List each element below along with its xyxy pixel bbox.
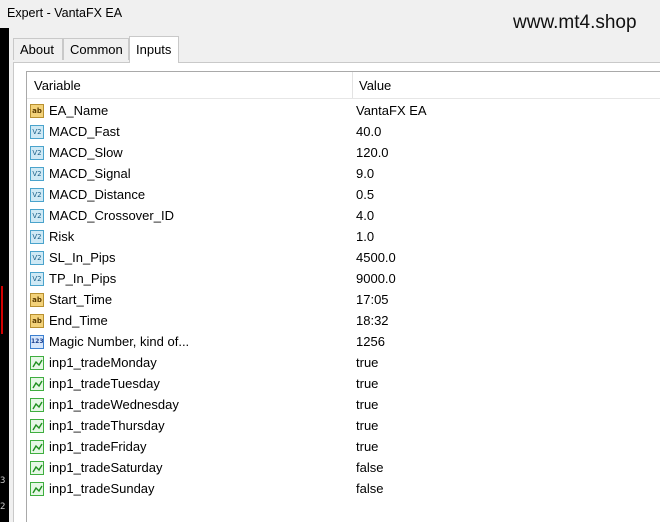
- boolean-type-icon: [30, 419, 44, 433]
- double-type-icon: V2: [30, 230, 44, 244]
- variable-value[interactable]: 17:05: [356, 292, 389, 307]
- table-row[interactable]: inp1_tradeTuesday true: [27, 374, 660, 395]
- variable-name: MACD_Distance: [49, 187, 146, 202]
- variable-name: Risk: [49, 229, 75, 244]
- variable-name: inp1_tradeMonday: [49, 355, 157, 370]
- double-type-icon: V2: [30, 251, 44, 265]
- string-type-icon: ab: [30, 293, 44, 307]
- table-row[interactable]: inp1_tradeMonday true: [27, 353, 660, 374]
- title-bar: Expert - VantaFX EA www.mt4.shop: [0, 0, 660, 33]
- variable-value[interactable]: true: [356, 376, 378, 391]
- table-row[interactable]: inp1_tradeSunday false: [27, 479, 660, 500]
- variable-value[interactable]: true: [356, 418, 378, 433]
- table-row[interactable]: 123 Magic Number, kind of... 1256: [27, 332, 660, 353]
- table-row[interactable]: V2 MACD_Distance 0.5: [27, 185, 660, 206]
- string-type-icon: ab: [30, 104, 44, 118]
- chart-axis-digit: 2: [0, 502, 6, 512]
- table-row[interactable]: V2 Risk 1.0: [27, 227, 660, 248]
- variable-name: inp1_tradeFriday: [49, 439, 147, 454]
- variable-name: inp1_tradeTuesday: [49, 376, 160, 391]
- table-row[interactable]: V2 MACD_Slow 120.0: [27, 143, 660, 164]
- variable-name: MACD_Signal: [49, 166, 131, 181]
- variable-value[interactable]: true: [356, 397, 378, 412]
- table-row[interactable]: V2 TP_In_Pips 9000.0: [27, 269, 660, 290]
- variable-value[interactable]: 0.5: [356, 187, 374, 202]
- watermark-text: www.mt4.shop: [513, 12, 637, 33]
- variable-name: MACD_Fast: [49, 124, 120, 139]
- window-title: Expert - VantaFX EA: [7, 6, 123, 20]
- variable-value[interactable]: true: [356, 439, 378, 454]
- variable-name: Magic Number, kind of...: [49, 334, 190, 349]
- string-type-icon: ab: [30, 314, 44, 328]
- boolean-type-icon: [30, 377, 44, 391]
- chart-candle-mark: [1, 286, 3, 334]
- variable-value[interactable]: 9.0: [356, 166, 374, 181]
- variable-value[interactable]: 18:32: [356, 313, 389, 328]
- table-row[interactable]: V2 MACD_Crossover_ID 4.0: [27, 206, 660, 227]
- variable-name: inp1_tradeWednesday: [49, 397, 179, 412]
- variable-value[interactable]: true: [356, 355, 378, 370]
- boolean-type-icon: [30, 482, 44, 496]
- variable-name: SL_In_Pips: [49, 250, 116, 265]
- variable-name: inp1_tradeSunday: [49, 481, 155, 496]
- tab-about[interactable]: About: [13, 38, 63, 60]
- variable-name: MACD_Slow: [49, 145, 123, 160]
- table-row[interactable]: inp1_tradeThursday true: [27, 416, 660, 437]
- column-header-variable[interactable]: Variable: [34, 78, 81, 93]
- table-header: Variable Value: [27, 72, 660, 99]
- variable-value[interactable]: false: [356, 460, 383, 475]
- variable-value[interactable]: 1256: [356, 334, 385, 349]
- variable-value[interactable]: false: [356, 481, 383, 496]
- variable-name: EA_Name: [49, 103, 109, 118]
- boolean-type-icon: [30, 461, 44, 475]
- variable-value[interactable]: 120.0: [356, 145, 389, 160]
- tab-common[interactable]: Common: [63, 38, 129, 60]
- integer-type-icon: 123: [30, 335, 44, 349]
- background-chart-strip: 3 2: [0, 28, 9, 522]
- variable-name: Start_Time: [49, 292, 113, 307]
- variable-value[interactable]: 40.0: [356, 124, 381, 139]
- column-header-value[interactable]: Value: [359, 78, 391, 93]
- table-row[interactable]: V2 SL_In_Pips 4500.0: [27, 248, 660, 269]
- double-type-icon: V2: [30, 209, 44, 223]
- variable-name: TP_In_Pips: [49, 271, 117, 286]
- tab-inputs[interactable]: Inputs: [129, 36, 179, 63]
- variable-name: End_Time: [49, 313, 108, 328]
- double-type-icon: V2: [30, 125, 44, 139]
- table-row[interactable]: ab End_Time 18:32: [27, 311, 660, 332]
- boolean-type-icon: [30, 356, 44, 370]
- inputs-table: Variable Value ab EA_Name VantaFX EA V2 MACD…: [26, 71, 660, 522]
- variable-value[interactable]: 9000.0: [356, 271, 396, 286]
- double-type-icon: V2: [30, 146, 44, 160]
- table-row[interactable]: ab Start_Time 17:05: [27, 290, 660, 311]
- variable-value[interactable]: VantaFX EA: [356, 103, 427, 118]
- boolean-type-icon: [30, 440, 44, 454]
- table-row[interactable]: inp1_tradeFriday true: [27, 437, 660, 458]
- column-separator[interactable]: [352, 72, 353, 98]
- double-type-icon: V2: [30, 167, 44, 181]
- variable-value[interactable]: 4.0: [356, 208, 374, 223]
- table-row[interactable]: V2 MACD_Signal 9.0: [27, 164, 660, 185]
- variable-name: MACD_Crossover_ID: [49, 208, 174, 223]
- variable-name: inp1_tradeSaturday: [49, 460, 163, 475]
- boolean-type-icon: [30, 398, 44, 412]
- variable-name: inp1_tradeThursday: [49, 418, 165, 433]
- table-row[interactable]: inp1_tradeWednesday true: [27, 395, 660, 416]
- double-type-icon: V2: [30, 188, 44, 202]
- table-row[interactable]: ab EA_Name VantaFX EA: [27, 101, 660, 122]
- chart-axis-digit: 3: [0, 476, 6, 486]
- variable-value[interactable]: 1.0: [356, 229, 374, 244]
- table-row[interactable]: inp1_tradeSaturday false: [27, 458, 660, 479]
- double-type-icon: V2: [30, 272, 44, 286]
- table-row[interactable]: V2 MACD_Fast 40.0: [27, 122, 660, 143]
- variable-value[interactable]: 4500.0: [356, 250, 396, 265]
